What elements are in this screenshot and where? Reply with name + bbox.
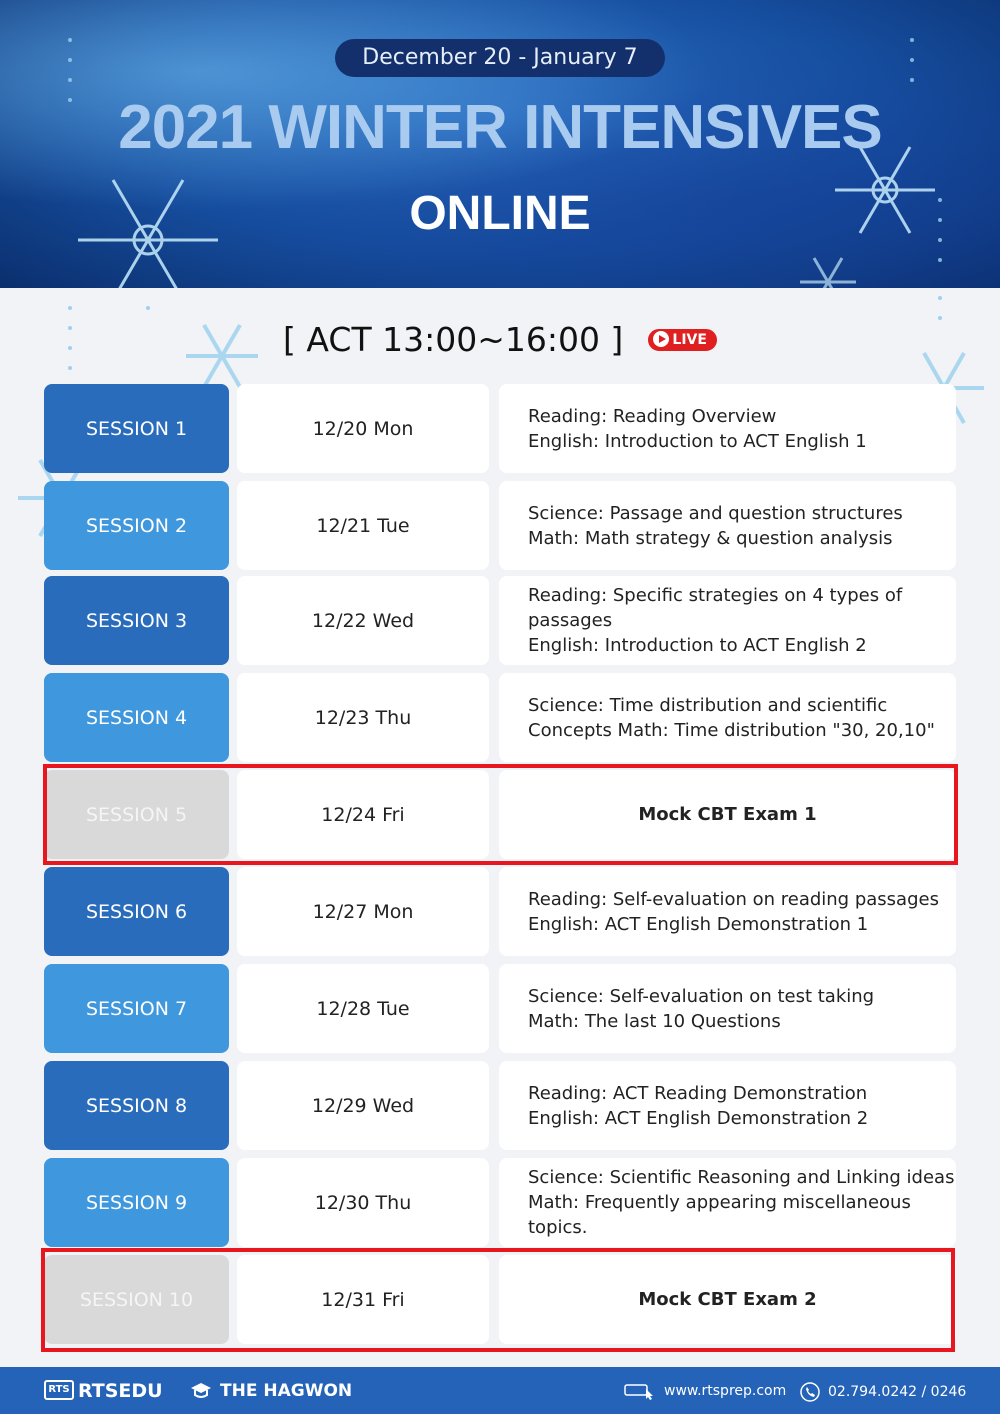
- footer-bar: RTS RTSEDU THE HAGWON www.rtsprep.com 02.…: [0, 1367, 1000, 1414]
- session-label: SESSION 7: [44, 964, 229, 1053]
- session-date: 12/29 Wed: [237, 1061, 489, 1150]
- topic-line: Science: Time distribution and scientifi…: [528, 694, 888, 716]
- table-row: SESSION 10 12/31 Fri Mock CBT Exam 2: [44, 1255, 956, 1344]
- schedule-table: SESSION 1 12/20 Mon Reading: Reading Ove…: [0, 0, 1000, 1414]
- session-topics: Mock CBT Exam 1: [499, 770, 956, 859]
- website-link[interactable]: www.rtsprep.com: [624, 1382, 786, 1400]
- session-label: SESSION 10: [44, 1255, 229, 1344]
- topic-line: Reading: Self-evaluation on reading pass…: [528, 888, 939, 910]
- topic-line: Reading: ACT Reading Demonstration: [528, 1082, 868, 1104]
- website-text: www.rtsprep.com: [664, 1383, 787, 1399]
- session-date: 12/24 Fri: [237, 770, 489, 859]
- graduation-cap-icon: [191, 1383, 211, 1398]
- session-label: SESSION 5: [44, 770, 229, 859]
- session-date: 12/22 Wed: [237, 576, 489, 665]
- topic-line: English: ACT English Demonstration 1: [528, 913, 869, 935]
- session-topics: Science: Time distribution and scientifi…: [499, 673, 956, 762]
- topic-line: Math: Math strategy & question analysis: [528, 527, 893, 549]
- session-label: SESSION 2: [44, 481, 229, 570]
- topic-line: Math: Frequently appearing miscellaneous: [528, 1192, 911, 1213]
- topic-line: Math: The last 10 Questions: [528, 1010, 781, 1032]
- topic-line: Reading: Specific strategies on 4 types …: [528, 585, 903, 606]
- session-label: SESSION 8: [44, 1061, 229, 1150]
- web-cursor-icon: [624, 1384, 653, 1400]
- topic-line: Science: Self-evaluation on test taking: [528, 985, 875, 1007]
- table-row: SESSION 8 12/29 Wed Reading: ACT Reading…: [44, 1061, 956, 1150]
- session-topics: Reading: Reading Overview English: Intro…: [499, 384, 956, 473]
- topic-line: topics.: [528, 1217, 588, 1238]
- table-row: SESSION 7 12/28 Tue Science: Self-evalua…: [44, 964, 956, 1053]
- session-topics: Reading: Self-evaluation on reading pass…: [499, 867, 956, 956]
- topic-line: Concepts Math: Time distribution "30, 20…: [528, 719, 935, 741]
- session-date: 12/20 Mon: [237, 384, 489, 473]
- session-topics: Reading: Specific strategies on 4 types …: [499, 576, 956, 665]
- session-label: SESSION 9: [44, 1158, 229, 1247]
- table-row: SESSION 6 12/27 Mon Reading: Self-evalua…: [44, 867, 956, 956]
- rtsedu-logo: RTS RTSEDU: [44, 1380, 163, 1402]
- session-topics: Science: Passage and question structures…: [499, 481, 956, 570]
- phone-text: 02.794.0242 / 0246: [828, 1384, 967, 1400]
- session-date: 12/23 Thu: [237, 673, 489, 762]
- table-row: SESSION 5 12/24 Fri Mock CBT Exam 1: [44, 770, 956, 859]
- topic-line: Science: Passage and question structures: [528, 502, 903, 524]
- table-row: SESSION 2 12/21 Tue Science: Passage and…: [44, 481, 956, 570]
- brand-name: THE HAGWON: [220, 1381, 353, 1401]
- session-label: SESSION 6: [44, 867, 229, 956]
- table-row: SESSION 1 12/20 Mon Reading: Reading Ove…: [44, 384, 956, 473]
- exam-label: Mock CBT Exam 2: [638, 1289, 817, 1310]
- session-topics: Science: Self-evaluation on test taking …: [499, 964, 956, 1053]
- topic-line: passages: [528, 610, 613, 631]
- session-topics: Mock CBT Exam 2: [499, 1255, 956, 1344]
- table-row: SESSION 3 12/22 Wed Reading: Specific st…: [44, 576, 956, 665]
- table-row: SESSION 4 12/23 Thu Science: Time distri…: [44, 673, 956, 762]
- session-label: SESSION 1: [44, 384, 229, 473]
- brand-name: RTSEDU: [78, 1380, 163, 1402]
- session-date: 12/30 Thu: [237, 1158, 489, 1247]
- topic-line: English: ACT English Demonstration 2: [528, 1107, 869, 1129]
- session-date: 12/28 Tue: [237, 964, 489, 1053]
- session-date: 12/21 Tue: [237, 481, 489, 570]
- table-row: SESSION 9 12/30 Thu Science: Scientific …: [44, 1158, 956, 1247]
- session-topics: Reading: ACT Reading Demonstration Engli…: [499, 1061, 956, 1150]
- hagwon-logo: THE HAGWON: [190, 1381, 352, 1401]
- topic-line: Reading: Reading Overview: [528, 405, 777, 427]
- rts-mark-icon: RTS: [44, 1380, 74, 1400]
- session-date: 12/31 Fri: [237, 1255, 489, 1344]
- session-label: SESSION 4: [44, 673, 229, 762]
- topic-line: English: Introduction to ACT English 2: [528, 635, 867, 656]
- topic-line: Science: Scientific Reasoning and Linkin…: [528, 1167, 955, 1188]
- topic-line: English: Introduction to ACT English 1: [528, 430, 867, 452]
- phone-number: 02.794.0242 / 0246: [800, 1382, 966, 1402]
- exam-label: Mock CBT Exam 1: [638, 804, 817, 825]
- session-label: SESSION 3: [44, 576, 229, 665]
- session-topics: Science: Scientific Reasoning and Linkin…: [499, 1158, 956, 1247]
- phone-icon: [800, 1382, 820, 1402]
- session-date: 12/27 Mon: [237, 867, 489, 956]
